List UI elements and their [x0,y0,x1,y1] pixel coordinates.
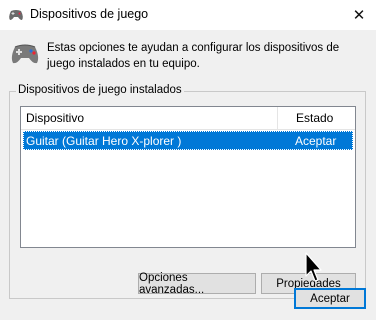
installed-devices-group: Dispositivos de juego instalados Disposi… [9,84,366,299]
accept-button[interactable]: Aceptar [294,288,366,309]
column-header-status[interactable]: Estado [296,111,333,125]
group-label: Dispositivos de juego instalados [16,84,184,96]
window-title: Dispositivos de juego [30,7,149,21]
device-list[interactable]: Dispositivo Estado Guitar (Guitar Hero X… [20,106,356,248]
close-icon: ✕ [352,7,366,24]
gamepad-icon [9,10,23,20]
list-header: Dispositivo Estado [21,107,355,130]
device-status: Aceptar [295,134,337,148]
advanced-options-button[interactable]: Opciones avanzadas... [138,272,256,296]
close-button[interactable]: ✕ [342,0,376,30]
column-header-device[interactable]: Dispositivo [26,111,84,125]
info-text: Estas opciones te ayudan a configurar lo… [47,42,340,70]
dialog-body: Estas opciones te ayudan a configurar lo… [0,30,376,320]
gamepad-icon [11,44,39,64]
title-bar[interactable]: Dispositivos de juego ✕ [0,0,376,30]
device-name: Guitar (Guitar Hero X-plorer ) [26,134,182,148]
device-row-selected[interactable]: Guitar (Guitar Hero X-plorer ) Aceptar [23,131,353,150]
column-divider[interactable] [277,107,278,129]
